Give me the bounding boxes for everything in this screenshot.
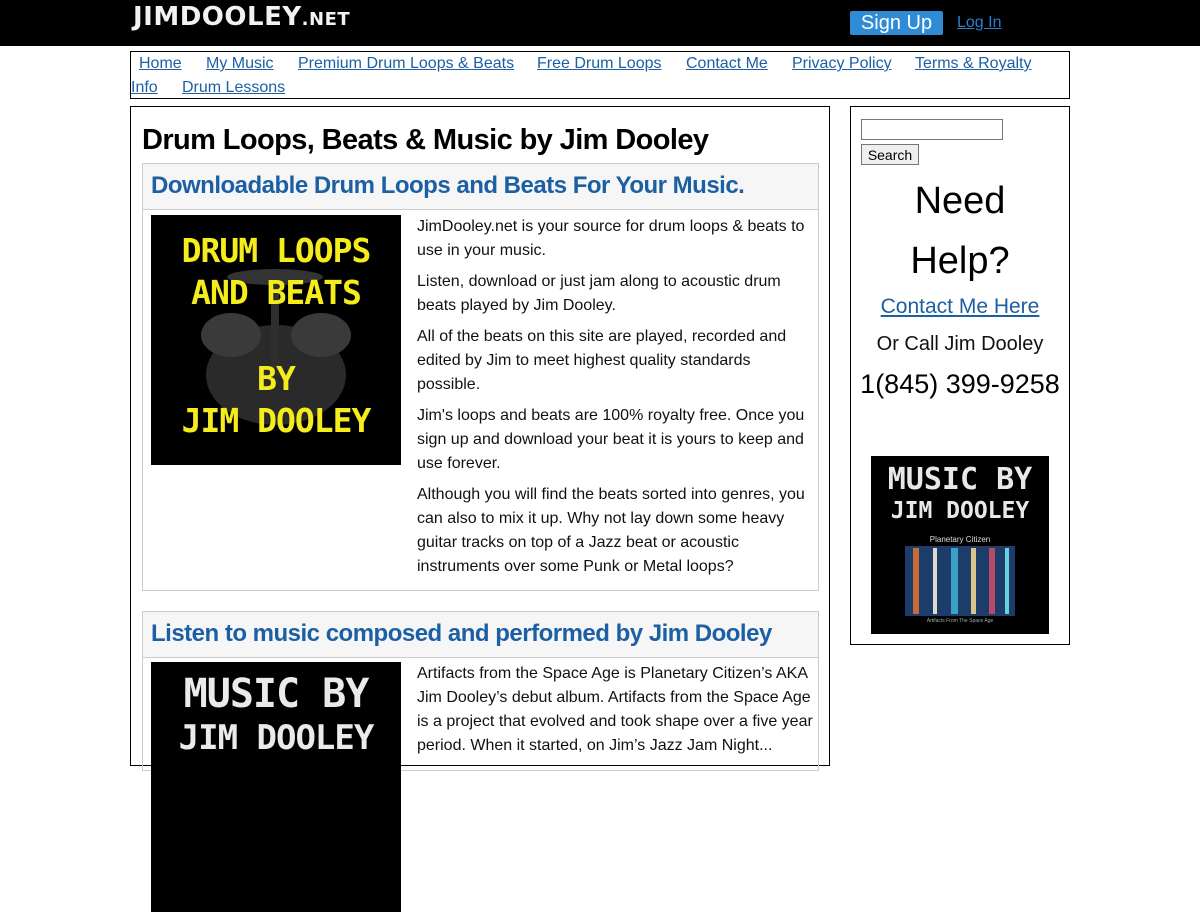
phone-number: 1(845) 399-9258: [860, 369, 1060, 399]
music-by-image[interactable]: MUSIC BY JIM DOOLEY: [151, 662, 401, 912]
image-line-1: DRUM LOOPS: [181, 231, 372, 270]
nav-contact-me[interactable]: Contact Me: [686, 52, 768, 76]
section-title[interactable]: Downloadable Drum Loops and Beats For Yo…: [143, 164, 818, 200]
nav-home[interactable]: Home: [139, 52, 182, 76]
music-section: Listen to music composed and performed b…: [142, 611, 819, 912]
call-text: Or Call Jim Dooley: [876, 333, 1044, 355]
section-header: Downloadable Drum Loops and Beats For Yo…: [143, 164, 818, 210]
drum-loops-section: Downloadable Drum Loops and Beats For Yo…: [142, 163, 819, 591]
image-line-2: JIM DOOLEY: [178, 718, 375, 758]
image-line-4: JIM DOOLEY: [181, 401, 372, 440]
section-text: JimDooley.net is your source for drum lo…: [417, 215, 813, 586]
search-input[interactable]: [861, 119, 1003, 140]
section-title[interactable]: Listen to music composed and performed b…: [143, 612, 818, 648]
contact-me-here-link[interactable]: Contact Me Here: [851, 295, 1069, 319]
site-logo[interactable]: JimDooley.net: [133, 2, 350, 32]
page-title: Drum Loops, Beats & Music by Jim Dooley: [142, 124, 709, 156]
section-text: Artifacts from the Space Age is Planetar…: [417, 662, 813, 765]
paragraph: Artifacts from the Space Age is Planetar…: [417, 665, 813, 754]
need-help-line-1: Need: [914, 180, 1006, 222]
need-help-line-2: Help?: [910, 240, 1010, 282]
image-line-2: AND BEATS: [191, 273, 362, 312]
paragraph: Although you will find the beats sorted …: [417, 486, 805, 575]
nav-my-music[interactable]: My Music: [206, 52, 274, 76]
nav-premium-drum-loops[interactable]: Premium Drum Loops & Beats: [298, 52, 514, 76]
drum-loops-image[interactable]: DRUM LOOPS AND BEATS BY JIM DOOLEY: [151, 215, 401, 465]
logo-tld-text: .net: [301, 9, 351, 30]
album-footer: Artifacts From The Space Age: [926, 618, 994, 624]
nav-privacy-policy[interactable]: Privacy Policy: [792, 52, 892, 76]
image-line-1: MUSIC BY: [183, 671, 370, 717]
nav-free-drum-loops[interactable]: Free Drum Loops: [537, 52, 662, 76]
top-bar: JimDooley.net Sign Up Log In: [0, 0, 1200, 46]
image-line-3: BY: [257, 359, 296, 398]
nav-drum-lessons[interactable]: Drum Lessons: [182, 76, 285, 100]
paragraph: All of the beats on this site are played…: [417, 328, 787, 393]
main-nav: Home My Music Premium Drum Loops & Beats…: [130, 51, 1070, 99]
need-help-heading: Need Help?: [851, 171, 1069, 291]
log-in-link[interactable]: Log In: [957, 14, 1001, 32]
paragraph: Jim's loops and beats are 100% royalty f…: [417, 407, 805, 472]
section-header: Listen to music composed and performed b…: [143, 612, 818, 658]
paragraph: Listen, download or just jam along to ac…: [417, 273, 781, 314]
search-button[interactable]: Search: [861, 144, 919, 165]
nav-terms-royalty[interactable]: Terms & Royalty: [915, 52, 1031, 76]
main-content: Drum Loops, Beats & Music by Jim Dooley …: [130, 106, 830, 912]
nav-terms-royalty-info[interactable]: Info: [131, 76, 158, 100]
paragraph: JimDooley.net is your source for drum lo…: [417, 218, 805, 259]
sidebar: Search Need Help? Contact Me Here Or Cal…: [850, 106, 1070, 645]
sign-up-button[interactable]: Sign Up: [850, 11, 943, 35]
album-art-icon: [905, 546, 1015, 616]
logo-main-text: JimDooley: [133, 2, 302, 32]
album-cover[interactable]: MUSIC BY JIM DOOLEY Planetary Citizen Ar…: [871, 456, 1049, 634]
